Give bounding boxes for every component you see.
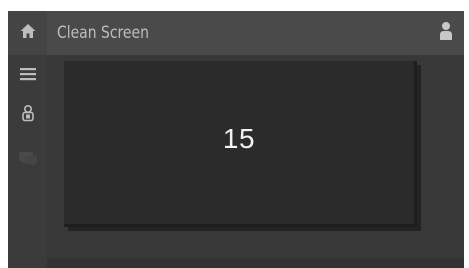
home-icon [19, 22, 37, 44]
content-area: 15 [47, 55, 464, 268]
bottom-strip [47, 258, 464, 268]
page-title: Clean Screen [57, 23, 149, 43]
user-button[interactable] [436, 21, 456, 45]
countdown-panel: 15 [64, 61, 417, 227]
top-bar: Clean Screen [47, 11, 464, 55]
tool-icon [19, 104, 37, 128]
tool-button[interactable] [8, 101, 47, 131]
chat-button[interactable] [8, 145, 47, 175]
countdown-value: 15 [222, 123, 256, 154]
chat-icon [18, 149, 38, 171]
menu-button[interactable] [8, 61, 47, 91]
menu-icon [19, 66, 37, 86]
sidebar [8, 11, 47, 268]
app-screen: Clean Screen 15 [8, 11, 464, 268]
user-icon [438, 20, 454, 46]
home-button[interactable] [8, 11, 47, 55]
